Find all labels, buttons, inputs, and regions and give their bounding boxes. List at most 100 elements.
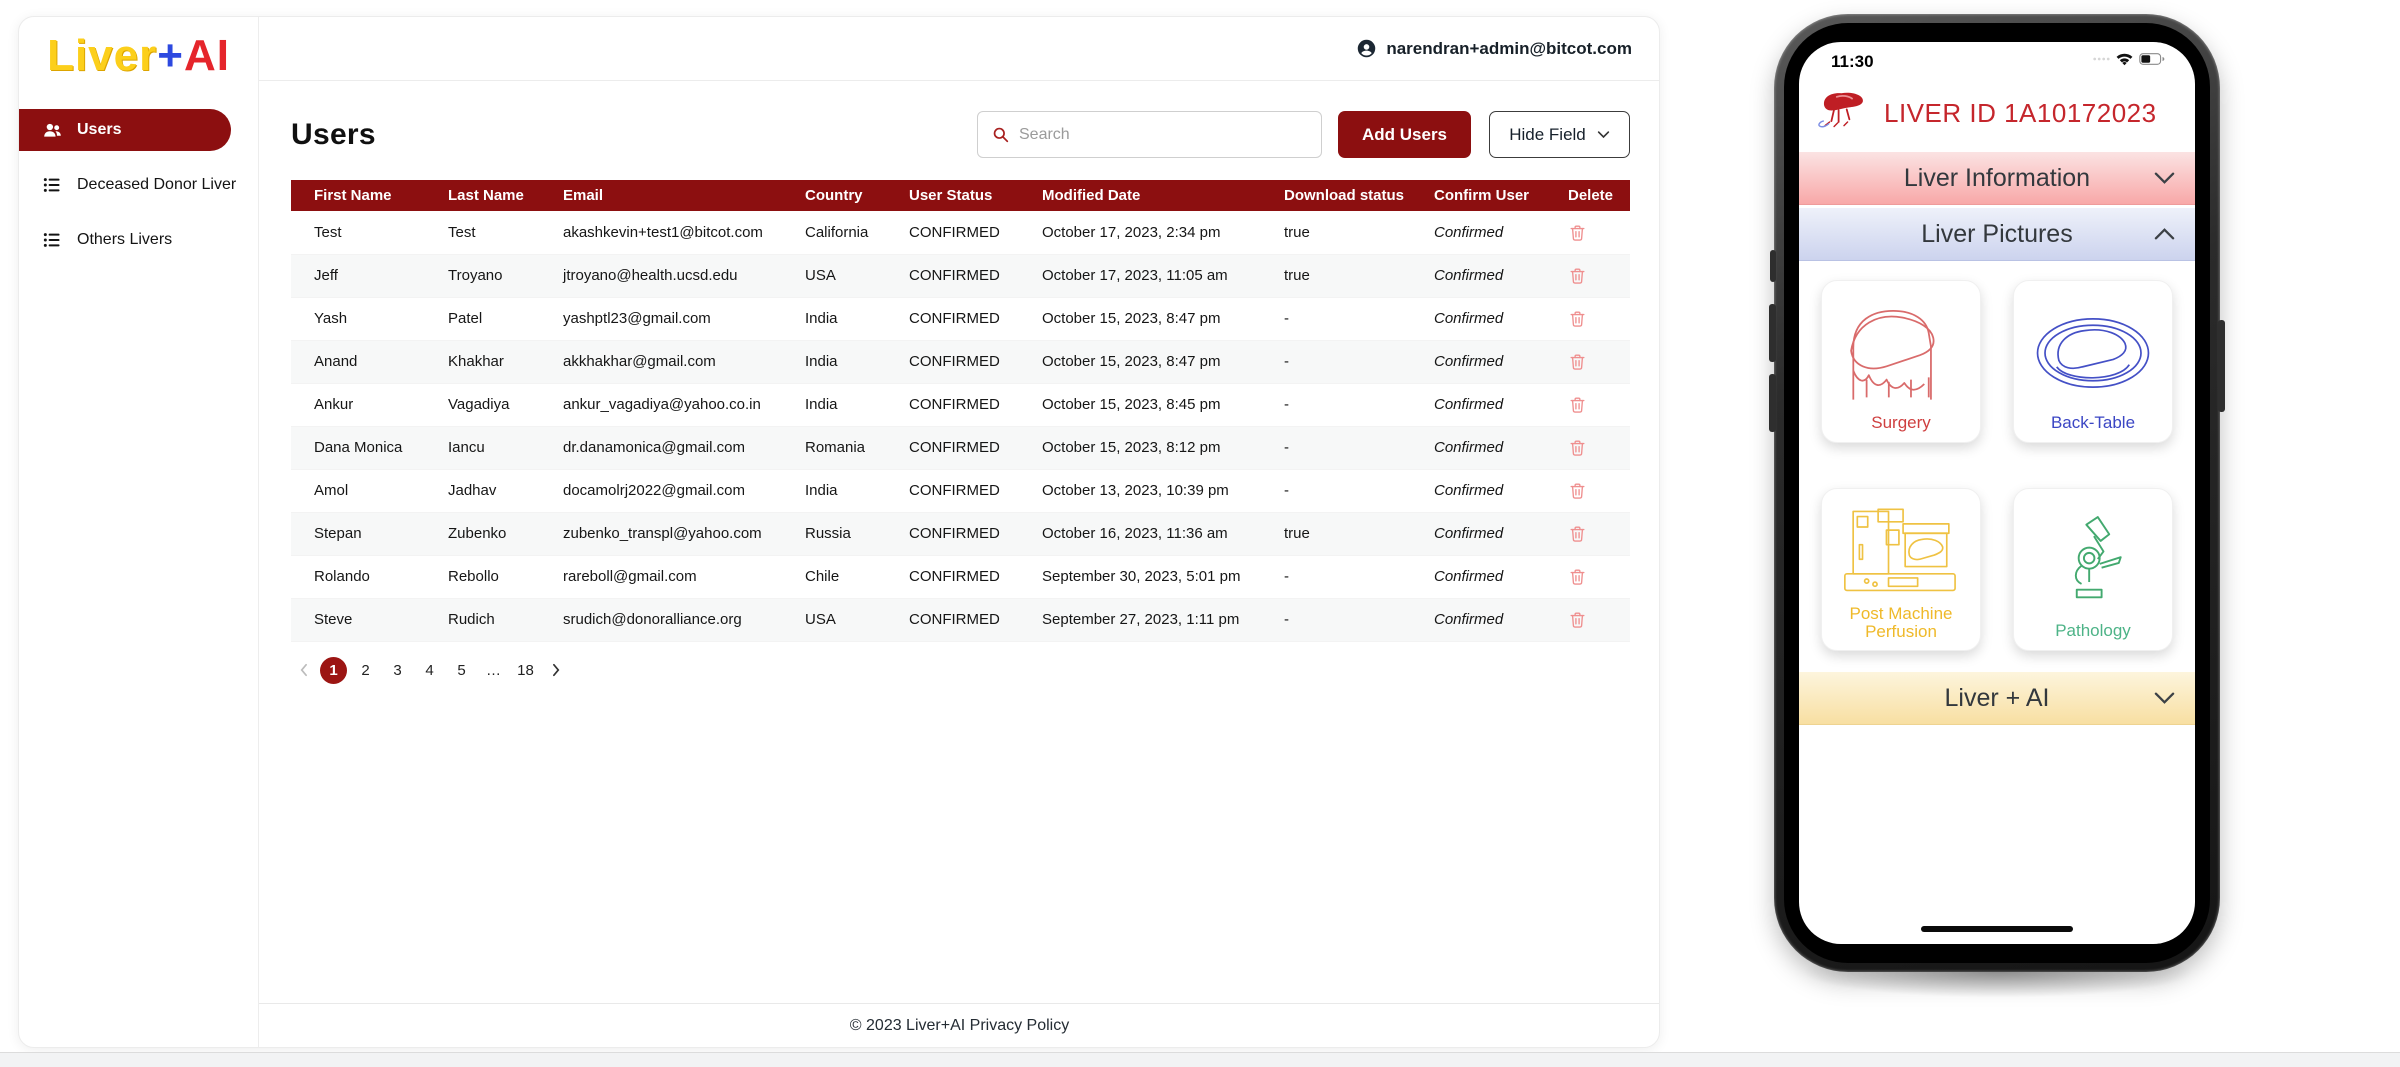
hide-field-label: Hide Field — [1509, 125, 1586, 145]
confirm-user-link[interactable]: Confirmed — [1411, 340, 1545, 383]
delete-button[interactable] — [1568, 567, 1587, 586]
phone-status-bar: 11:30 — [1799, 42, 2195, 82]
confirm-user-link[interactable]: Confirmed — [1411, 469, 1545, 512]
table-row: Dana Monica Iancu dr.danamonica@gmail.co… — [291, 426, 1630, 469]
accordion-liver-pictures[interactable]: Liver Pictures — [1799, 208, 2195, 261]
page-bottom-strip — [0, 1052, 2400, 1067]
liver-mascot-icon — [1817, 87, 1871, 139]
pagination-page[interactable]: 1 — [320, 657, 347, 684]
surgery-liver-drawing — [1840, 293, 1962, 414]
delete-button[interactable] — [1568, 524, 1587, 543]
cell-last-name: Vagadiya — [425, 383, 540, 426]
chevron-down-icon — [2154, 172, 2175, 185]
users-icon — [41, 119, 63, 141]
cell-modified-date: September 27, 2023, 1:11 pm — [1019, 598, 1261, 641]
cell-download-status: - — [1261, 426, 1411, 469]
cell-download-status: true — [1261, 211, 1411, 254]
cell-download-status: true — [1261, 512, 1411, 555]
table-header-cell: First Name — [291, 180, 425, 211]
trash-icon — [1568, 481, 1587, 500]
pagination-page[interactable]: 5 — [448, 657, 475, 684]
sidebar-item-label: Users — [77, 121, 121, 139]
table-header-cell: Confirm User — [1411, 180, 1545, 211]
delete-button[interactable] — [1568, 223, 1587, 242]
cell-first-name: Amol — [291, 469, 425, 512]
confirm-user-link[interactable]: Confirmed — [1411, 211, 1545, 254]
table-header-cell: Last Name — [425, 180, 540, 211]
trash-icon — [1568, 438, 1587, 457]
cell-user-status: CONFIRMED — [886, 254, 1019, 297]
confirm-user-link[interactable]: Confirmed — [1411, 555, 1545, 598]
cellular-dots-icon — [2092, 56, 2110, 62]
search-input[interactable] — [1019, 126, 1308, 144]
top-header: narendran+admin@bitcot.com — [259, 17, 1660, 81]
accordion-label: Liver + AI — [1945, 684, 2050, 713]
brand-logo: Liver+AI — [19, 31, 258, 83]
confirm-user-link[interactable]: Confirmed — [1411, 297, 1545, 340]
confirm-user-link[interactable]: Confirmed — [1411, 512, 1545, 555]
table-header-cell: Country — [782, 180, 886, 211]
card-post-machine-perfusion[interactable]: Post Machine Perfusion — [1821, 488, 1981, 651]
cell-delete — [1545, 426, 1630, 469]
card-pathology[interactable]: Pathology — [2013, 488, 2173, 651]
list-icon — [41, 174, 63, 196]
table-row: Rolando Rebollo rareboll@gmail.com Chile… — [291, 555, 1630, 598]
accordion-liver-ai[interactable]: Liver + AI — [1799, 672, 2195, 725]
confirm-user-link[interactable]: Confirmed — [1411, 254, 1545, 297]
cell-last-name: Zubenko — [425, 512, 540, 555]
pagination-page[interactable]: … — [480, 657, 507, 684]
card-back-table[interactable]: Back-Table — [2013, 280, 2173, 443]
cell-last-name: Test — [425, 211, 540, 254]
confirm-user-link[interactable]: Confirmed — [1411, 598, 1545, 641]
sidebar-item-others-livers[interactable]: Others Livers — [19, 219, 258, 261]
cell-first-name: Ankur — [291, 383, 425, 426]
delete-button[interactable] — [1568, 309, 1587, 328]
pagination-page[interactable]: 2 — [352, 657, 379, 684]
delete-button[interactable] — [1568, 481, 1587, 500]
table-body: Test Test akashkevin+test1@bitcot.com Ca… — [291, 211, 1630, 641]
cell-modified-date: October 15, 2023, 8:47 pm — [1019, 340, 1261, 383]
cell-first-name: Test — [291, 211, 425, 254]
confirm-user-link[interactable]: Confirmed — [1411, 383, 1545, 426]
status-time: 11:30 — [1831, 52, 1874, 72]
pagination-page[interactable]: 18 — [512, 657, 539, 684]
page-title: Users — [291, 118, 376, 152]
main-area: narendran+admin@bitcot.com Users Add Use… — [259, 17, 1660, 1047]
cell-country: India — [782, 340, 886, 383]
hide-field-dropdown[interactable]: Hide Field — [1489, 111, 1630, 158]
chevron-down-icon — [2154, 692, 2175, 705]
trash-icon — [1568, 223, 1587, 242]
add-users-button[interactable]: Add Users — [1338, 111, 1471, 158]
sidebar-item-deceased-donor-liver[interactable]: Deceased Donor Liver — [19, 164, 258, 206]
cell-email: akkhakhar@gmail.com — [540, 340, 782, 383]
sidebar-item-label: Deceased Donor Liver — [77, 176, 236, 194]
trash-icon — [1568, 352, 1587, 371]
table-header-cell: Delete — [1545, 180, 1630, 211]
brand-logo-ai: AI — [184, 31, 230, 80]
accordion-liver-information[interactable]: Liver Information — [1799, 152, 2195, 205]
home-indicator[interactable] — [1921, 926, 2073, 932]
delete-button[interactable] — [1568, 266, 1587, 285]
delete-button[interactable] — [1568, 395, 1587, 414]
liver-id-title: LIVER ID 1A10172023 — [1884, 98, 2157, 129]
table-row: Anand Khakhar akkhakhar@gmail.com India … — [291, 340, 1630, 383]
table-header-cell: User Status — [886, 180, 1019, 211]
pagination-page[interactable]: 3 — [384, 657, 411, 684]
pagination-next-icon[interactable] — [544, 658, 568, 682]
brand-logo-liver: Liver — [47, 31, 157, 80]
cell-modified-date: October 17, 2023, 11:05 am — [1019, 254, 1261, 297]
pagination-pages: 12345…18 — [320, 657, 539, 684]
phone-power-button — [2218, 320, 2225, 412]
delete-button[interactable] — [1568, 352, 1587, 371]
sidebar-item-users[interactable]: Users — [19, 109, 231, 151]
liver-pictures-grid: Surgery Back-Table — [1799, 261, 2195, 651]
delete-button[interactable] — [1568, 610, 1587, 629]
cell-email: akashkevin+test1@bitcot.com — [540, 211, 782, 254]
delete-button[interactable] — [1568, 438, 1587, 457]
pagination-page[interactable]: 4 — [416, 657, 443, 684]
table-row: Amol Jadhav docamolrj2022@gmail.com Indi… — [291, 469, 1630, 512]
confirm-user-link[interactable]: Confirmed — [1411, 426, 1545, 469]
card-surgery[interactable]: Surgery — [1821, 280, 1981, 443]
account-email: narendran+admin@bitcot.com — [1386, 39, 1632, 59]
pagination-prev-icon[interactable] — [291, 658, 315, 682]
